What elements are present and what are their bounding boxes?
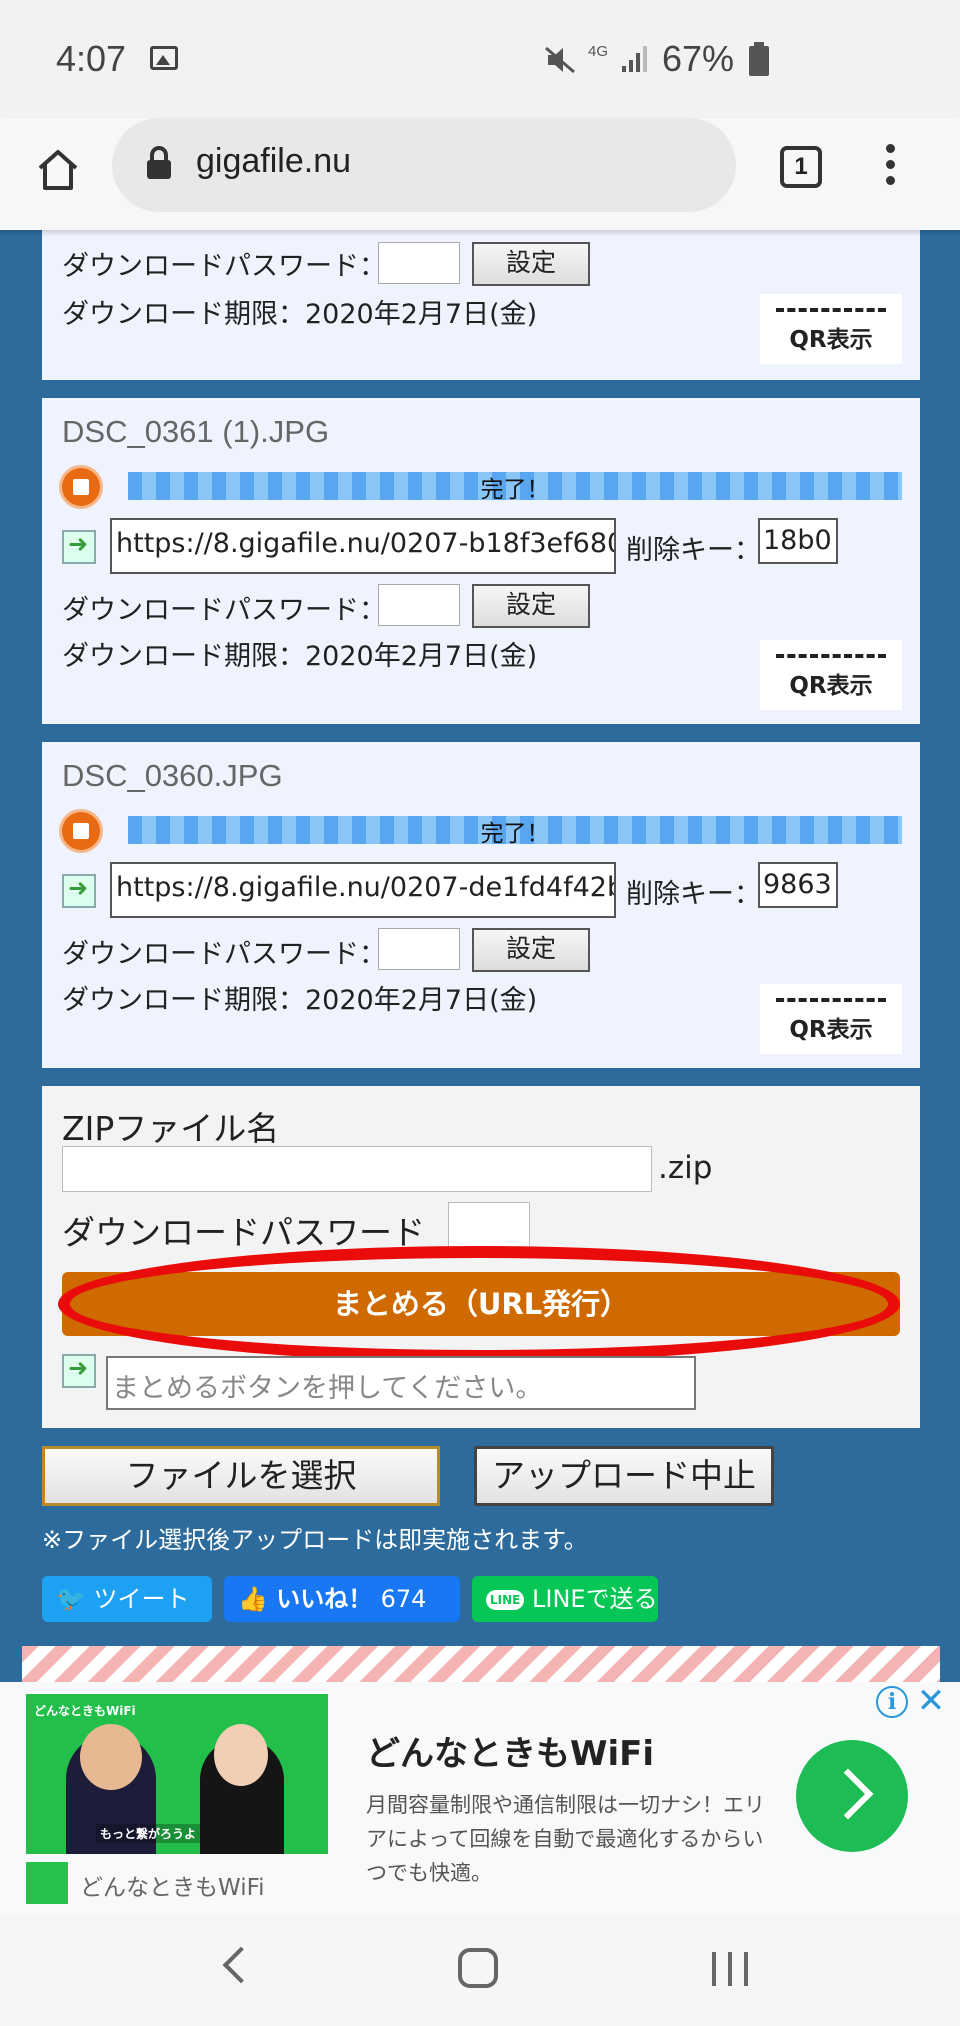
qr-button[interactable]: QR表示: [760, 984, 902, 1054]
overflow-menu-icon[interactable]: [886, 144, 898, 192]
signal-icon: [622, 46, 647, 72]
download-password-label: ダウンロードパスワード：: [62, 251, 386, 282]
like-count: 674: [380, 1585, 427, 1613]
ad-description: 月間容量制限や通信制限は一切ナシ！エリアによって回線を自動で最適化するからいつで…: [366, 1793, 765, 1885]
mute-icon: [545, 46, 575, 74]
home-button-icon[interactable]: [458, 1948, 498, 1988]
qr-button-label: QR表示: [789, 327, 873, 353]
set-password-button[interactable]: 設定: [472, 242, 590, 286]
line-share-button[interactable]: LINE LINEで送る: [472, 1576, 658, 1622]
download-expiry: ダウンロード期限：2020年2月7日(金): [62, 641, 538, 672]
lock-icon: [147, 146, 171, 179]
qr-button-label: QR表示: [789, 1017, 873, 1043]
address-bar[interactable]: gigafile.nu: [112, 118, 736, 212]
qr-button[interactable]: QR表示: [760, 294, 902, 364]
twitter-icon: 🐦: [56, 1585, 86, 1613]
delete-key-label: 削除キー：: [626, 879, 761, 910]
ad-image-title: どんなときもWiFi: [34, 1704, 136, 1718]
upload-note: ※ファイル選択後アップロードは即実施されます。: [42, 1526, 588, 1554]
progress-status: 完了！: [480, 477, 550, 503]
thumbs-up-icon: 👍: [238, 1585, 268, 1613]
stop-icon[interactable]: [62, 468, 100, 506]
clock: 4:07: [56, 38, 127, 79]
select-file-button[interactable]: ファイルを選択: [42, 1446, 440, 1506]
line-share-label: LINEで送る: [532, 1585, 658, 1613]
zip-panel: ZIPファイル名 .zip ダウンロードパスワード まとめる（URL発行） まと…: [42, 1086, 920, 1428]
download-expiry: ダウンロード期限：2020年2月7日(金): [62, 985, 538, 1016]
file-card: DSC_0361 (1).JPG 完了！ https://8.gigafile.…: [42, 398, 920, 724]
back-icon[interactable]: [222, 1946, 260, 1984]
download-password-input[interactable]: [378, 242, 460, 284]
url-text: gigafile.nu: [196, 142, 352, 180]
line-icon: LINE: [486, 1590, 525, 1610]
set-password-button[interactable]: 設定: [472, 584, 590, 628]
download-password-input[interactable]: [378, 928, 460, 970]
battery-percent: 67%: [662, 38, 735, 79]
zip-url-field[interactable]: まとめるボタンを押してください。: [106, 1356, 696, 1410]
download-password-label: ダウンロードパスワード：: [62, 595, 386, 626]
zip-password-input[interactable]: [448, 1202, 530, 1248]
ad-cta-arrow-icon[interactable]: [796, 1740, 908, 1852]
set-password-button[interactable]: 設定: [472, 928, 590, 972]
progress-status: 完了！: [480, 821, 550, 847]
zip-filename-input[interactable]: [62, 1146, 652, 1192]
image-notification-icon: [150, 46, 178, 70]
status-bar: 4:07 4G 67%: [0, 0, 960, 118]
delete-key-field[interactable]: 18b0: [758, 518, 838, 564]
zip-extension: .zip: [658, 1150, 713, 1186]
download-password-input[interactable]: [378, 584, 460, 626]
ad-close-icon[interactable]: ✕: [914, 1684, 948, 1720]
zip-password-label: ダウンロードパスワード: [62, 1213, 425, 1252]
like-button[interactable]: 👍 いいね！ 674: [224, 1576, 460, 1622]
file-name: DSC_0360.JPG: [62, 758, 283, 793]
ad-image[interactable]: どんなときもWiFi もっと繋がろうよ: [26, 1694, 328, 1854]
file-card: DSC_0360.JPG 完了！ https://8.gigafile.nu/0…: [42, 742, 920, 1068]
tweet-label: ツイート: [93, 1585, 190, 1613]
download-password-label: ダウンロードパスワード：: [62, 939, 386, 970]
open-link-icon[interactable]: [62, 530, 96, 564]
matome-button[interactable]: まとめる（URL発行）: [62, 1272, 900, 1336]
browser-toolbar: gigafile.nu 1: [0, 118, 960, 230]
ad-source: どんなときもWiFi: [80, 1875, 265, 1901]
ad-logo: [26, 1862, 68, 1904]
open-link-icon[interactable]: [62, 874, 96, 908]
system-nav-bar: [0, 1914, 960, 2026]
like-label: いいね！: [276, 1585, 373, 1613]
zip-filename-label: ZIPファイル名: [62, 1109, 280, 1148]
upload-frame: ダウンロードパスワード： 設定 ダウンロード期限：2020年2月7日(金) QR…: [22, 230, 940, 1690]
network-type: 4G: [588, 43, 609, 60]
download-expiry: ダウンロード期限：2020年2月7日(金): [62, 299, 538, 330]
tweet-button[interactable]: 🐦 ツイート: [42, 1576, 212, 1622]
file-name: DSC_0361 (1).JPG: [62, 414, 330, 449]
upload-progress-bar: 完了！: [128, 472, 902, 503]
upload-progress-bar: 完了！: [128, 816, 902, 847]
file-card: ダウンロードパスワード： 設定 ダウンロード期限：2020年2月7日(金) QR…: [42, 230, 920, 380]
open-link-icon[interactable]: [62, 1354, 96, 1388]
ad-headline[interactable]: どんなときもWiFi: [366, 1726, 654, 1775]
stop-upload-button[interactable]: アップロード中止: [474, 1446, 774, 1506]
delete-key-label: 削除キー：: [626, 535, 761, 566]
ad-banner[interactable]: どんなときもWiFi もっと繋がろうよ どんなときもWiFi どんなときもWiF…: [0, 1682, 960, 1914]
ad-image-tagline: もっと繋がろうよ: [96, 1824, 201, 1843]
ad-info-icon[interactable]: i: [876, 1686, 908, 1718]
stop-icon[interactable]: [62, 812, 100, 850]
home-icon[interactable]: [34, 146, 82, 194]
qr-button-label: QR表示: [789, 673, 873, 699]
battery-icon: [749, 42, 769, 76]
delete-key-field[interactable]: 9863: [758, 862, 838, 908]
tab-switcher-button[interactable]: 1: [780, 146, 822, 188]
download-url-field[interactable]: https://8.gigafile.nu/0207-b18f3ef68016: [110, 518, 616, 574]
recent-apps-icon[interactable]: [712, 1952, 748, 1986]
qr-button[interactable]: QR表示: [760, 640, 902, 710]
download-url-field[interactable]: https://8.gigafile.nu/0207-de1fd4f42b97: [110, 862, 616, 918]
